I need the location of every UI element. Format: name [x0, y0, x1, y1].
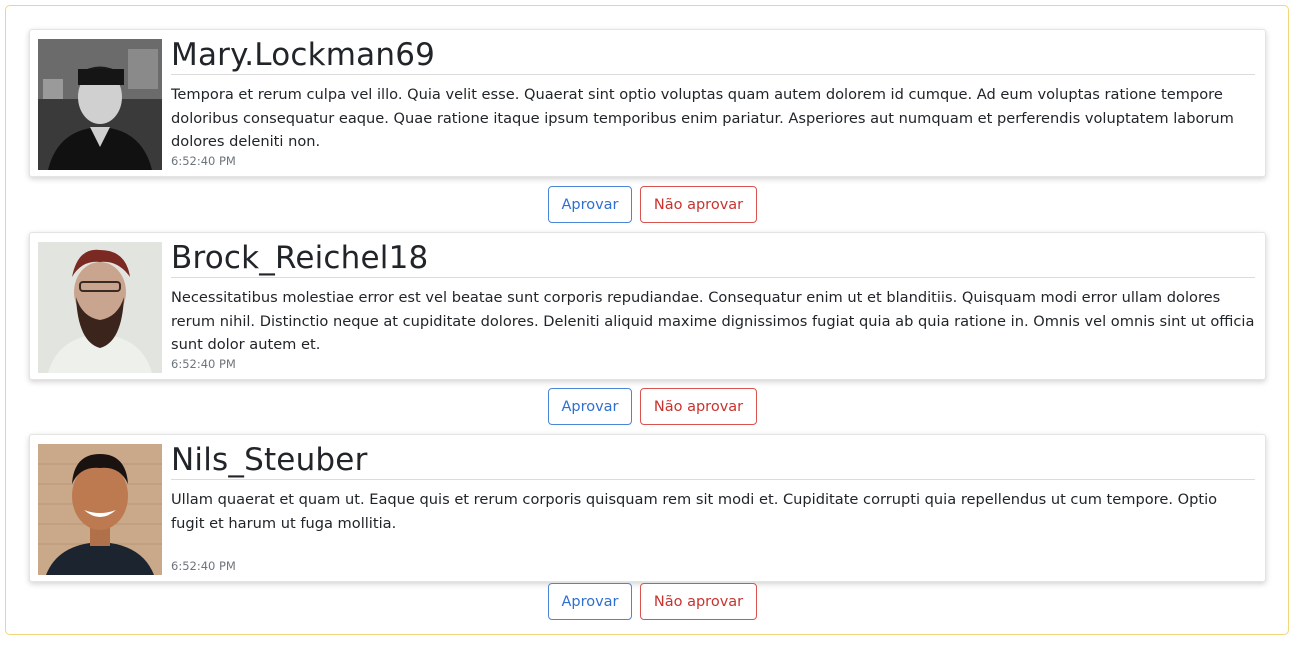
- avatar-photo-1: [38, 39, 162, 170]
- comment-username: Nils_Steuber: [171, 441, 1255, 480]
- avatar-photo-2: [38, 242, 162, 373]
- comment-card: Mary.Lockman69 Tempora et rerum culpa ve…: [29, 29, 1266, 177]
- comment-actions: Aprovar Não aprovar: [548, 583, 757, 620]
- approve-button[interactable]: Aprovar: [548, 583, 632, 620]
- comment-timestamp: 6:52:40 PM: [171, 559, 236, 573]
- reject-button[interactable]: Não aprovar: [640, 186, 757, 223]
- comment-timestamp: 6:52:40 PM: [171, 154, 236, 168]
- comment-card: Nils_Steuber Ullam quaerat et quam ut. E…: [29, 434, 1266, 582]
- avatar-photo-3: [38, 444, 162, 575]
- avatar: [38, 444, 162, 575]
- approve-button[interactable]: Aprovar: [548, 186, 632, 223]
- approve-button[interactable]: Aprovar: [548, 388, 632, 425]
- comment-username: Mary.Lockman69: [171, 36, 1255, 75]
- comment-text: Necessitatibus molestiae error est vel b…: [171, 289, 1255, 353]
- comment-actions: Aprovar Não aprovar: [548, 388, 757, 425]
- comment-card: Brock_Reichel18 Necessitatibus molestiae…: [29, 232, 1266, 380]
- avatar: [38, 242, 162, 373]
- avatar: [38, 39, 162, 170]
- comment-actions: Aprovar Não aprovar: [548, 186, 757, 223]
- reject-button[interactable]: Não aprovar: [640, 583, 757, 620]
- comment-username: Brock_Reichel18: [171, 239, 1255, 278]
- reject-button[interactable]: Não aprovar: [640, 388, 757, 425]
- comment-text: Ullam quaerat et quam ut. Eaque quis et …: [171, 491, 1218, 532]
- comment-timestamp: 6:52:40 PM: [171, 357, 236, 371]
- comment-text: Tempora et rerum culpa vel illo. Quia ve…: [171, 86, 1234, 150]
